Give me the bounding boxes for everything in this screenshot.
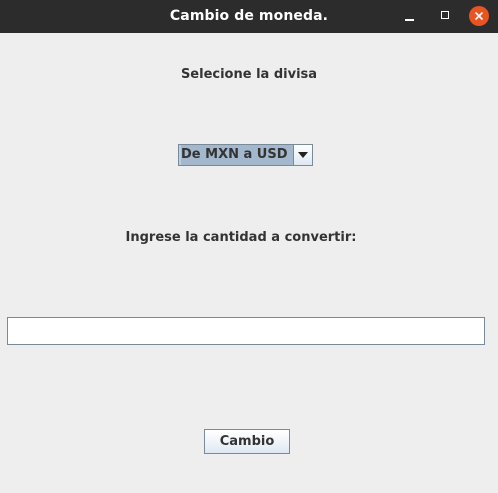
currency-select-arrow-button[interactable] — [293, 145, 312, 165]
maximize-icon — [441, 11, 449, 19]
currency-label: Selecione la divisa — [180, 67, 318, 82]
maximize-button[interactable] — [435, 6, 455, 26]
convert-button[interactable]: Cambio — [204, 429, 290, 454]
close-button[interactable] — [469, 6, 489, 26]
minimize-button[interactable] — [400, 6, 420, 26]
title-bar[interactable]: Cambio de moneda. — [0, 0, 498, 33]
amount-input[interactable] — [7, 317, 485, 345]
amount-label: Ingrese la cantidad a convertir: — [125, 230, 357, 245]
currency-select[interactable]: De MXN a USD — [178, 144, 313, 166]
close-icon — [474, 11, 484, 21]
window-title: Cambio de moneda. — [169, 8, 329, 24]
app-window: Cambio de moneda. Selecione la divisa De… — [0, 0, 498, 493]
chevron-down-icon — [298, 152, 308, 158]
currency-select-value: De MXN a USD — [181, 145, 293, 165]
minimize-icon — [405, 19, 414, 21]
content-panel: Selecione la divisa De MXN a USD Ingrese… — [0, 33, 498, 493]
